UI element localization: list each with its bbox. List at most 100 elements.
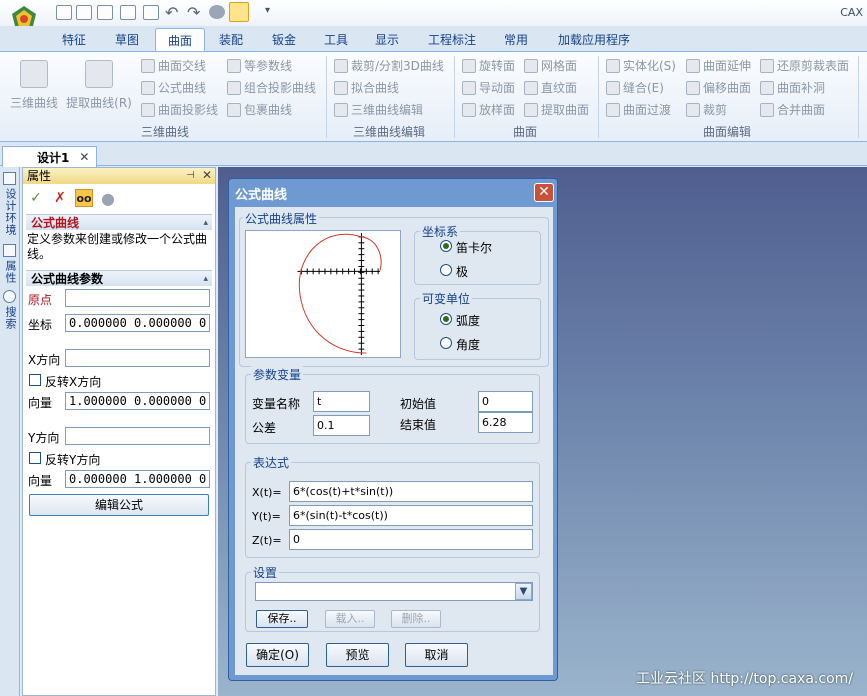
cancel-x-icon[interactable]: ✗ (51, 189, 69, 207)
end-input[interactable]: 6.28 (478, 412, 533, 433)
trim-label: 裁剪 (703, 103, 728, 117)
close-panel-icon[interactable]: ✕ (202, 168, 212, 182)
coord-input[interactable]: 0.000000 0.000000 0.0 (65, 314, 210, 332)
solidify-button[interactable]: 实体化(S) (606, 56, 676, 76)
settings-select[interactable] (255, 582, 533, 601)
degree-label: 角度 (456, 338, 481, 352)
x-expr-input[interactable]: 6*(cos(t)+t*sin(t)) (289, 481, 533, 502)
trim-split-3d-button[interactable]: 裁剪/分割3D曲线 (334, 56, 444, 76)
folder-icon[interactable] (120, 5, 136, 20)
ydir-input[interactable] (65, 427, 210, 445)
pin-icon[interactable]: ⊣ (186, 170, 195, 181)
side-tab-properties[interactable]: 属性 (2, 260, 18, 284)
stitch-button[interactable]: 缝合(E) (606, 78, 664, 98)
tab-feature[interactable]: 特征 (52, 28, 96, 52)
surface-blend-button[interactable]: 曲面过渡 (606, 100, 671, 120)
degree-radio[interactable] (440, 337, 452, 349)
wrap-curve-icon (227, 103, 241, 117)
trim-button[interactable]: 裁剪 (686, 100, 727, 120)
redo-icon[interactable]: ↷ (187, 3, 200, 22)
merge-surface-button[interactable]: 合并曲面 (760, 100, 825, 120)
formula-curve-button[interactable]: 公式曲线 (141, 78, 206, 98)
surface-intersection-button[interactable]: 曲面交线 (141, 56, 206, 76)
side-tab-search[interactable]: 搜索 (2, 306, 18, 330)
tab-surface[interactable]: 曲面 (155, 28, 205, 52)
preview-button[interactable]: 预览 (326, 643, 389, 667)
tolerance-input[interactable]: 0.1 (313, 415, 370, 436)
cartesian-radio[interactable] (440, 240, 452, 252)
combined-projection-button[interactable]: 组合投影曲线 (227, 78, 316, 98)
loft-surface-button[interactable]: 放样面 (462, 100, 515, 120)
offset-surface-label: 偏移曲面 (703, 81, 752, 95)
tab-common[interactable]: 常用 (494, 28, 538, 52)
curve3d-edit-button[interactable]: 三维曲线编辑 (334, 100, 423, 120)
tab-annotation[interactable]: 工程标注 (420, 28, 484, 52)
side-tab-design-env[interactable]: 设计环境 (2, 188, 18, 236)
surface-extend-button[interactable]: 曲面延伸 (686, 56, 751, 76)
confirm-check-icon[interactable]: ✓ (27, 189, 45, 207)
section-formula-params[interactable]: 公式曲线参数 ▴ (26, 270, 212, 286)
wrap-curve-button[interactable]: 包裹曲线 (227, 100, 292, 120)
restore-trimmed-button[interactable]: 还原剪裁表面 (760, 56, 849, 76)
tab-sheet-metal[interactable]: 钣金 (262, 28, 306, 52)
start-input[interactable]: 0 (478, 391, 533, 412)
isoparametric-button[interactable]: 等参数线 (227, 56, 292, 76)
tab-display[interactable]: 显示 (365, 28, 409, 52)
tab-addins[interactable]: 加载应用程序 (548, 28, 640, 52)
new-file-icon[interactable] (56, 5, 72, 20)
collapse-icon[interactable]: ▴ (203, 215, 208, 231)
cancel-button[interactable]: 取消 (405, 643, 468, 667)
xdir-label: X方向 (28, 353, 61, 367)
undo-icon[interactable]: ↶ (165, 3, 178, 22)
sweep-surface-button[interactable]: 导动面 (462, 78, 515, 98)
extract-curve-button[interactable]: 提取曲线(R) (64, 60, 134, 111)
save-button[interactable]: 保存.. (256, 610, 308, 628)
fit-curve-button[interactable]: 拟合曲线 (334, 78, 399, 98)
tab-tools[interactable]: 工具 (314, 28, 358, 52)
reverse-x-checkbox[interactable] (29, 374, 41, 386)
surface-projection-button[interactable]: 曲面投影线 (141, 100, 218, 120)
extract-surface-button[interactable]: 提取曲面 (524, 100, 589, 120)
help-icon[interactable]: ● (99, 189, 117, 208)
close-tab-icon[interactable]: ✕ (79, 150, 89, 164)
customize-dropdown-icon[interactable]: ▾ (265, 5, 270, 16)
tab-sketch[interactable]: 草图 (106, 28, 148, 52)
polar-radio[interactable] (440, 264, 452, 276)
save-icon[interactable] (143, 5, 159, 20)
mesh-surface-label: 网格面 (541, 59, 578, 73)
preview-glasses-icon[interactable]: oo (75, 189, 93, 207)
xdir-input[interactable] (65, 349, 210, 367)
edit-formula-button[interactable]: 编辑公式 (29, 494, 209, 516)
delete-button[interactable]: 删除.. (391, 610, 441, 628)
trim-split-icon (334, 59, 348, 73)
curve3d-button[interactable]: 三维曲线 (6, 60, 62, 111)
dialog-close-icon[interactable]: ✕ (534, 183, 554, 202)
reverse-y-checkbox[interactable] (29, 452, 41, 464)
chevron-down-icon[interactable]: ▼ (515, 583, 532, 600)
xvec-input[interactable]: 1.000000 0.000000 0.0 (65, 392, 210, 410)
collapse-icon[interactable]: ▴ (203, 271, 208, 287)
y-expr-input[interactable]: 6*(sin(t)-t*cos(t)) (289, 505, 533, 526)
var-name-input[interactable]: t (313, 391, 370, 412)
ruled-surface-button[interactable]: 直纹面 (524, 78, 577, 98)
section-formula-curve[interactable]: 公式曲线 ▴ (26, 214, 212, 230)
ok-button[interactable]: 确定(O) (246, 643, 309, 667)
render-icon[interactable] (209, 5, 225, 19)
origin-input[interactable] (65, 289, 210, 307)
load-button[interactable]: 载入.. (325, 610, 375, 628)
mesh-surface-button[interactable]: 网格面 (524, 56, 577, 76)
yvec-input[interactable]: 0.000000 1.000000 0.0 (65, 470, 210, 488)
section-formula-curve-title: 公式曲线 (31, 216, 80, 230)
fit-curve-label: 拟合曲线 (351, 81, 400, 95)
document-tab[interactable]: 设计1 ✕ (2, 146, 97, 167)
open-file-icon[interactable] (76, 5, 92, 20)
import-icon[interactable] (97, 5, 113, 20)
z-expr-input[interactable]: 0 (289, 529, 533, 550)
active-tool-icon[interactable] (229, 2, 249, 22)
radian-radio[interactable] (440, 313, 452, 325)
offset-surface-button[interactable]: 偏移曲面 (686, 78, 751, 98)
revolve-surface-button[interactable]: 旋转面 (462, 56, 515, 76)
tab-assembly[interactable]: 装配 (209, 28, 253, 52)
tolerance-label: 公差 (252, 421, 277, 435)
fill-hole-button[interactable]: 曲面补洞 (760, 78, 825, 98)
